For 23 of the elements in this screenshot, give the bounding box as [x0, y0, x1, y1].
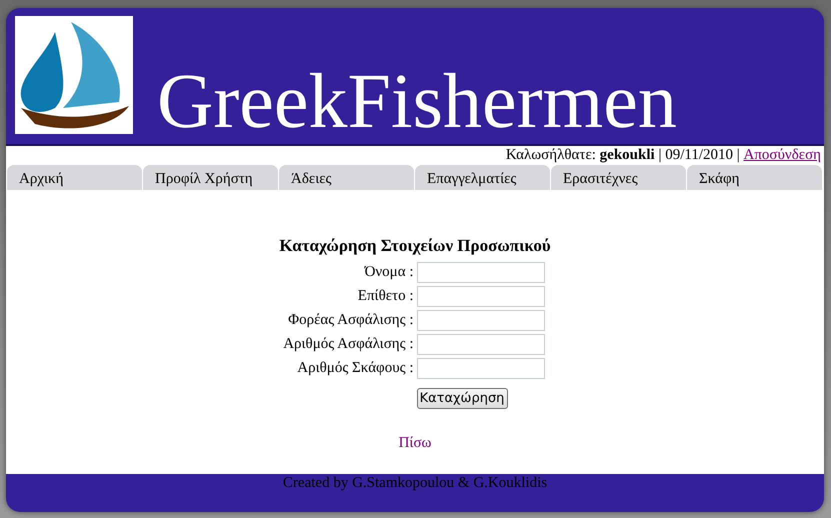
welcome-text: Καλωσήλθατε: gekoukli | 09/11/2010 | — [506, 147, 740, 163]
nav-tab[interactable]: Άδειες — [279, 165, 414, 190]
input-field[interactable] — [416, 358, 544, 379]
field-label: Επίθετο : — [356, 288, 414, 305]
input-field[interactable] — [416, 286, 544, 307]
form-heading: Καταχώρηση Στοιχείων Προσωπικού — [279, 236, 551, 256]
input-field[interactable] — [416, 310, 544, 331]
nav-tab[interactable]: Ερασιτέχνες — [551, 165, 686, 190]
nav-tab[interactable]: Προφίλ Χρήστη — [143, 165, 278, 190]
input-field[interactable] — [416, 334, 544, 355]
nav-tab[interactable]: Αρχική — [7, 165, 142, 190]
field-label: Όνομα : — [363, 264, 414, 281]
nav-tab[interactable]: Σκάφη — [687, 165, 822, 190]
field-label: Αριθμός Ασφάλισης : — [282, 336, 414, 353]
nav-tab[interactable]: Επαγγελματίες — [415, 165, 550, 190]
submit-button[interactable]: Καταχώρηση — [416, 388, 508, 409]
field-label: Αριθμός Σκάφους : — [296, 360, 414, 377]
back-link[interactable]: Πίσω — [398, 435, 432, 452]
logout-link[interactable]: Αποσύνδεση — [744, 147, 821, 163]
site-title: GreekFishermen — [157, 62, 677, 140]
input-field[interactable] — [416, 262, 544, 283]
footer-text: Created by G.Stamkopoulou & G.Kouklidis — [282, 475, 548, 491]
field-label: Φορέας Ασφάλισης : — [287, 312, 414, 329]
